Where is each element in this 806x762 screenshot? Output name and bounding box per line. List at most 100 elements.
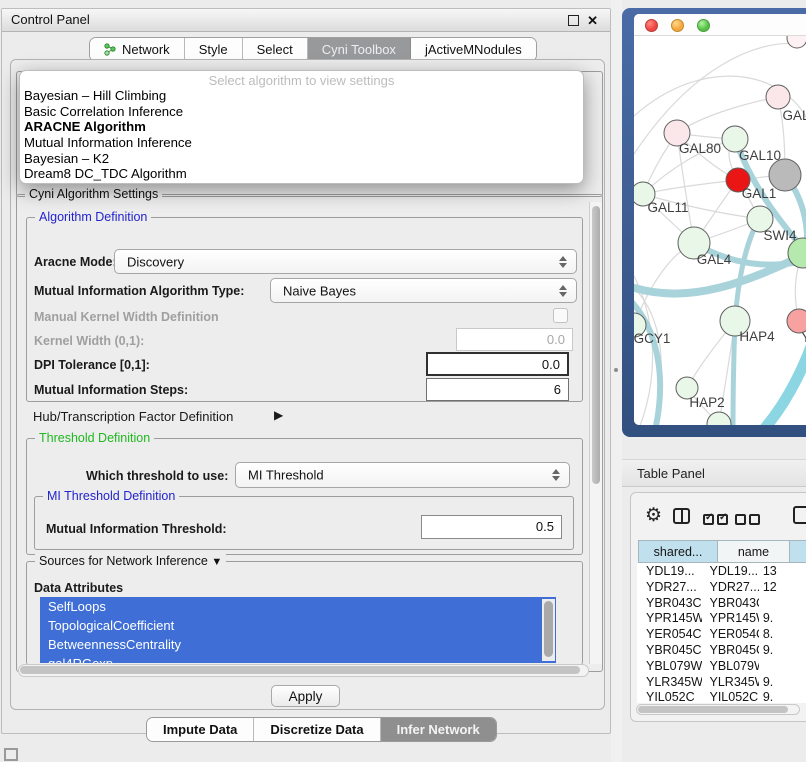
tab-impute-data[interactable]: Impute Data (147, 718, 254, 741)
aracne-mode-combobox[interactable]: Discovery (114, 249, 577, 274)
algorithm-option[interactable]: Dream8 DC_TDC Algorithm (24, 166, 579, 182)
table-cell: YDR27... (638, 580, 702, 596)
screen: Control Panel ✕ Network Style Select (0, 0, 806, 762)
deselect-all-rows-icon[interactable] (735, 511, 763, 529)
table-cell: YBR045C (638, 643, 702, 659)
group-title: MI Threshold Definition (43, 489, 179, 504)
list-scrollbar (542, 599, 555, 661)
settings-hscroll-thumb[interactable] (20, 666, 580, 674)
close-traffic-light-icon[interactable] (645, 19, 658, 32)
which-threshold-combobox[interactable]: MI Threshold (235, 462, 570, 488)
aracne-mode-label: Aracne Mode: (34, 255, 117, 269)
algorithm-option[interactable]: Basic Correlation Inference (24, 104, 579, 120)
tab-label: Select (257, 38, 293, 61)
panel-grip-icon[interactable] (4, 748, 18, 761)
settings-vscroll-thumb[interactable] (592, 206, 600, 484)
table-header-row: shared...nameA (638, 540, 806, 563)
algorithm-option[interactable]: Bayesian – Hill Climbing (24, 88, 579, 104)
network-node[interactable] (766, 85, 790, 109)
mi-type-label: Mutual Information Algorithm Type: (34, 284, 244, 298)
table-hscroll-thumb[interactable] (638, 706, 788, 713)
network-node-label: GAL10 (739, 148, 781, 163)
select-all-rows-icon[interactable]: ✓✓ (703, 511, 731, 529)
split-pane-divider[interactable] (611, 0, 622, 762)
network-node-label: SWI4 (763, 228, 796, 243)
table-row[interactable]: YIL052CYIL052C9. (638, 690, 806, 702)
table-cell: YBR045C (702, 643, 759, 659)
table-row[interactable]: YBR043CYBR043C (638, 596, 806, 612)
table-column-header[interactable]: name (718, 540, 790, 563)
algorithm-option-list: Bayesian – Hill ClimbingBasic Correlatio… (24, 88, 579, 182)
table-column-header[interactable]: shared... (638, 540, 718, 563)
algorithm-dropdown-popup: Select algorithm to view settings Bayesi… (19, 70, 584, 184)
tab-jactivemnodules[interactable]: jActiveMNodules (411, 38, 536, 61)
cyni-bottom-tabs: Impute Data Discretize Data Infer Networ… (146, 717, 497, 742)
network-view-inner: GALGAL80GAL10GAL1GAL11SWI4GAL4GCY1HAP4YH… (634, 14, 806, 425)
network-node-label: GAL4 (697, 252, 732, 267)
table-cell (759, 659, 806, 675)
table-row[interactable]: YER054CYER054C8. (638, 627, 806, 643)
combo-arrows-icon (552, 469, 560, 481)
table-cell: 9. (759, 690, 806, 702)
group-title: Algorithm Definition (35, 210, 151, 225)
table-cell: 8. (759, 627, 806, 643)
table-cell: 9. (759, 643, 806, 659)
network-canvas[interactable]: GALGAL80GAL10GAL1GAL11SWI4GAL4GCY1HAP4YH… (634, 36, 806, 425)
table-cell: YPR145W (702, 611, 759, 627)
apply-button[interactable]: Apply (271, 685, 340, 707)
network-node-label: HAP4 (739, 329, 775, 344)
data-attribute-item[interactable]: TopologicalCoefficient (40, 616, 556, 635)
list-scrollbar-thumb[interactable] (544, 601, 553, 657)
data-attributes-list: SelfLoopsTopologicalCoefficientBetweenne… (40, 597, 556, 663)
data-attribute-item[interactable]: BetweennessCentrality (40, 635, 556, 654)
mi-threshold-field[interactable]: 0.5 (421, 515, 562, 539)
table-cell: YBR043C (638, 596, 702, 612)
table-row[interactable]: YLR345WYLR345W9. (638, 675, 806, 691)
tab-cyni-toolbox[interactable]: Cyni Toolbox (308, 38, 411, 61)
table-row[interactable]: YBL079WYBL079W (638, 659, 806, 675)
network-node-label: HAP2 (689, 395, 724, 410)
table-cell: YLR345W (702, 675, 759, 691)
table-row[interactable]: YDL19...YDL19...13 (638, 564, 806, 580)
tab-network[interactable]: Network (90, 38, 185, 61)
algorithm-option[interactable]: Mutual Information Inference (24, 135, 579, 151)
gear-icon[interactable]: ⚙ (645, 506, 662, 525)
algorithm-option[interactable]: ARACNE Algorithm (24, 119, 579, 135)
divider-grip-icon[interactable] (614, 368, 618, 372)
expand-right-icon[interactable]: ▶ (274, 408, 283, 422)
float-window-icon[interactable] (568, 15, 579, 26)
minimize-traffic-light-icon[interactable] (671, 19, 684, 32)
mi-steps-field[interactable]: 6 (426, 378, 569, 401)
table-row[interactable]: YPR145WYPR145W9. (638, 611, 806, 627)
export-table-icon[interactable] (793, 506, 806, 524)
close-icon[interactable]: ✕ (587, 11, 598, 31)
tab-style[interactable]: Style (185, 38, 243, 61)
table-cell: YIL052C (702, 690, 759, 702)
table-cell: YBL079W (702, 659, 759, 675)
network-node[interactable] (707, 412, 731, 425)
which-threshold-label: Which threshold to use: (86, 469, 228, 483)
table-cell (759, 596, 806, 612)
table-row[interactable]: YBR045CYBR045C9. (638, 643, 806, 659)
mi-type-combobox[interactable]: Naive Bayes (270, 278, 577, 303)
column-chooser-icon[interactable] (673, 508, 690, 524)
collapse-down-icon[interactable]: ▼ (211, 556, 222, 568)
network-node[interactable] (787, 36, 806, 48)
tab-infer-network[interactable]: Infer Network (381, 718, 496, 741)
kernel-width-field[interactable]: 0.0 (456, 328, 573, 351)
data-attribute-item[interactable]: SelfLoops (40, 597, 556, 616)
dpi-tolerance-field[interactable]: 0.0 (426, 352, 569, 376)
manual-kernel-checkbox[interactable] (553, 308, 568, 323)
tab-discretize-data[interactable]: Discretize Data (254, 718, 380, 741)
network-icon (104, 43, 117, 56)
network-node-label: GCY1 (634, 331, 670, 346)
table-cell: YDR27... (702, 580, 759, 596)
table-column-header[interactable]: A (790, 540, 806, 563)
table-cell: YDL19... (702, 564, 759, 580)
tab-select[interactable]: Select (243, 38, 308, 61)
data-attribute-item[interactable]: gal4RGexp (40, 654, 556, 663)
algorithm-option[interactable]: Bayesian – K2 (24, 151, 579, 167)
table-row[interactable]: YDR27...YDR27...12 (638, 580, 806, 596)
zoom-traffic-light-icon[interactable] (697, 19, 710, 32)
network-window-titlebar[interactable] (634, 14, 806, 36)
